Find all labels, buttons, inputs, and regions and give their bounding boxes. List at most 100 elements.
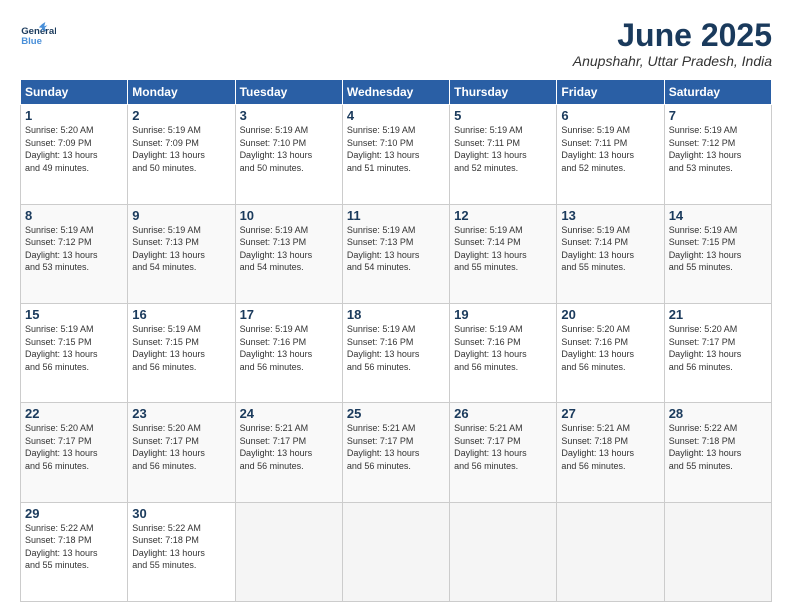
day-cell: 30Sunrise: 5:22 AMSunset: 7:18 PMDayligh…: [128, 502, 235, 601]
col-sunday: Sunday: [21, 80, 128, 105]
day-number: 20: [561, 307, 659, 322]
col-monday: Monday: [128, 80, 235, 105]
day-cell: 23Sunrise: 5:20 AMSunset: 7:17 PMDayligh…: [128, 403, 235, 502]
day-cell: 11Sunrise: 5:19 AMSunset: 7:13 PMDayligh…: [342, 204, 449, 303]
day-info: Sunrise: 5:19 AMSunset: 7:13 PMDaylight:…: [347, 224, 445, 274]
day-number: 24: [240, 406, 338, 421]
day-number: 10: [240, 208, 338, 223]
month-title: June 2025: [573, 18, 772, 53]
day-info: Sunrise: 5:19 AMSunset: 7:11 PMDaylight:…: [454, 124, 552, 174]
day-number: 11: [347, 208, 445, 223]
day-number: 9: [132, 208, 230, 223]
day-info: Sunrise: 5:20 AMSunset: 7:09 PMDaylight:…: [25, 124, 123, 174]
day-cell: 29Sunrise: 5:22 AMSunset: 7:18 PMDayligh…: [21, 502, 128, 601]
calendar-table: Sunday Monday Tuesday Wednesday Thursday…: [20, 79, 772, 602]
col-wednesday: Wednesday: [342, 80, 449, 105]
day-info: Sunrise: 5:21 AMSunset: 7:17 PMDaylight:…: [240, 422, 338, 472]
day-number: 22: [25, 406, 123, 421]
day-cell: [342, 502, 449, 601]
day-info: Sunrise: 5:19 AMSunset: 7:13 PMDaylight:…: [240, 224, 338, 274]
title-section: June 2025 Anupshahr, Uttar Pradesh, Indi…: [573, 18, 772, 69]
col-thursday: Thursday: [450, 80, 557, 105]
day-cell: 4Sunrise: 5:19 AMSunset: 7:10 PMDaylight…: [342, 105, 449, 204]
day-number: 6: [561, 108, 659, 123]
day-number: 25: [347, 406, 445, 421]
day-number: 28: [669, 406, 767, 421]
header-row: Sunday Monday Tuesday Wednesday Thursday…: [21, 80, 772, 105]
day-info: Sunrise: 5:21 AMSunset: 7:17 PMDaylight:…: [454, 422, 552, 472]
week-row-3: 15Sunrise: 5:19 AMSunset: 7:15 PMDayligh…: [21, 303, 772, 402]
day-info: Sunrise: 5:19 AMSunset: 7:16 PMDaylight:…: [454, 323, 552, 373]
day-number: 18: [347, 307, 445, 322]
day-cell: 3Sunrise: 5:19 AMSunset: 7:10 PMDaylight…: [235, 105, 342, 204]
logo: General Blue: [20, 18, 60, 54]
day-number: 15: [25, 307, 123, 322]
day-number: 12: [454, 208, 552, 223]
day-cell: 19Sunrise: 5:19 AMSunset: 7:16 PMDayligh…: [450, 303, 557, 402]
day-number: 13: [561, 208, 659, 223]
day-cell: 6Sunrise: 5:19 AMSunset: 7:11 PMDaylight…: [557, 105, 664, 204]
col-tuesday: Tuesday: [235, 80, 342, 105]
day-info: Sunrise: 5:19 AMSunset: 7:11 PMDaylight:…: [561, 124, 659, 174]
day-cell: [557, 502, 664, 601]
day-cell: 26Sunrise: 5:21 AMSunset: 7:17 PMDayligh…: [450, 403, 557, 502]
day-info: Sunrise: 5:19 AMSunset: 7:15 PMDaylight:…: [132, 323, 230, 373]
day-info: Sunrise: 5:19 AMSunset: 7:13 PMDaylight:…: [132, 224, 230, 274]
day-cell: 20Sunrise: 5:20 AMSunset: 7:16 PMDayligh…: [557, 303, 664, 402]
day-number: 29: [25, 506, 123, 521]
day-cell: 18Sunrise: 5:19 AMSunset: 7:16 PMDayligh…: [342, 303, 449, 402]
day-info: Sunrise: 5:20 AMSunset: 7:17 PMDaylight:…: [25, 422, 123, 472]
day-number: 30: [132, 506, 230, 521]
day-cell: 14Sunrise: 5:19 AMSunset: 7:15 PMDayligh…: [664, 204, 771, 303]
day-info: Sunrise: 5:19 AMSunset: 7:12 PMDaylight:…: [669, 124, 767, 174]
day-cell: 12Sunrise: 5:19 AMSunset: 7:14 PMDayligh…: [450, 204, 557, 303]
day-cell: 5Sunrise: 5:19 AMSunset: 7:11 PMDaylight…: [450, 105, 557, 204]
day-info: Sunrise: 5:20 AMSunset: 7:17 PMDaylight:…: [669, 323, 767, 373]
day-cell: 25Sunrise: 5:21 AMSunset: 7:17 PMDayligh…: [342, 403, 449, 502]
day-cell: 16Sunrise: 5:19 AMSunset: 7:15 PMDayligh…: [128, 303, 235, 402]
location: Anupshahr, Uttar Pradesh, India: [573, 53, 772, 69]
week-row-2: 8Sunrise: 5:19 AMSunset: 7:12 PMDaylight…: [21, 204, 772, 303]
day-number: 1: [25, 108, 123, 123]
day-cell: 21Sunrise: 5:20 AMSunset: 7:17 PMDayligh…: [664, 303, 771, 402]
day-cell: 27Sunrise: 5:21 AMSunset: 7:18 PMDayligh…: [557, 403, 664, 502]
day-info: Sunrise: 5:19 AMSunset: 7:16 PMDaylight:…: [240, 323, 338, 373]
day-number: 19: [454, 307, 552, 322]
svg-text:Blue: Blue: [21, 36, 42, 47]
day-cell: [664, 502, 771, 601]
day-info: Sunrise: 5:19 AMSunset: 7:14 PMDaylight:…: [561, 224, 659, 274]
day-number: 17: [240, 307, 338, 322]
day-cell: 22Sunrise: 5:20 AMSunset: 7:17 PMDayligh…: [21, 403, 128, 502]
day-number: 4: [347, 108, 445, 123]
day-number: 26: [454, 406, 552, 421]
day-number: 16: [132, 307, 230, 322]
day-cell: 24Sunrise: 5:21 AMSunset: 7:17 PMDayligh…: [235, 403, 342, 502]
day-info: Sunrise: 5:20 AMSunset: 7:17 PMDaylight:…: [132, 422, 230, 472]
day-cell: 17Sunrise: 5:19 AMSunset: 7:16 PMDayligh…: [235, 303, 342, 402]
day-cell: 8Sunrise: 5:19 AMSunset: 7:12 PMDaylight…: [21, 204, 128, 303]
day-number: 7: [669, 108, 767, 123]
week-row-4: 22Sunrise: 5:20 AMSunset: 7:17 PMDayligh…: [21, 403, 772, 502]
day-info: Sunrise: 5:22 AMSunset: 7:18 PMDaylight:…: [132, 522, 230, 572]
day-info: Sunrise: 5:19 AMSunset: 7:10 PMDaylight:…: [347, 124, 445, 174]
day-info: Sunrise: 5:19 AMSunset: 7:15 PMDaylight:…: [25, 323, 123, 373]
day-cell: 1Sunrise: 5:20 AMSunset: 7:09 PMDaylight…: [21, 105, 128, 204]
day-cell: 7Sunrise: 5:19 AMSunset: 7:12 PMDaylight…: [664, 105, 771, 204]
day-number: 8: [25, 208, 123, 223]
day-number: 2: [132, 108, 230, 123]
day-info: Sunrise: 5:22 AMSunset: 7:18 PMDaylight:…: [25, 522, 123, 572]
day-info: Sunrise: 5:19 AMSunset: 7:16 PMDaylight:…: [347, 323, 445, 373]
day-number: 5: [454, 108, 552, 123]
day-number: 27: [561, 406, 659, 421]
day-number: 23: [132, 406, 230, 421]
day-cell: 15Sunrise: 5:19 AMSunset: 7:15 PMDayligh…: [21, 303, 128, 402]
day-info: Sunrise: 5:19 AMSunset: 7:14 PMDaylight:…: [454, 224, 552, 274]
day-cell: 2Sunrise: 5:19 AMSunset: 7:09 PMDaylight…: [128, 105, 235, 204]
col-saturday: Saturday: [664, 80, 771, 105]
week-row-1: 1Sunrise: 5:20 AMSunset: 7:09 PMDaylight…: [21, 105, 772, 204]
day-info: Sunrise: 5:21 AMSunset: 7:18 PMDaylight:…: [561, 422, 659, 472]
col-friday: Friday: [557, 80, 664, 105]
header: General Blue June 2025 Anupshahr, Uttar …: [20, 18, 772, 69]
logo-svg: General Blue: [20, 18, 56, 54]
day-cell: 9Sunrise: 5:19 AMSunset: 7:13 PMDaylight…: [128, 204, 235, 303]
